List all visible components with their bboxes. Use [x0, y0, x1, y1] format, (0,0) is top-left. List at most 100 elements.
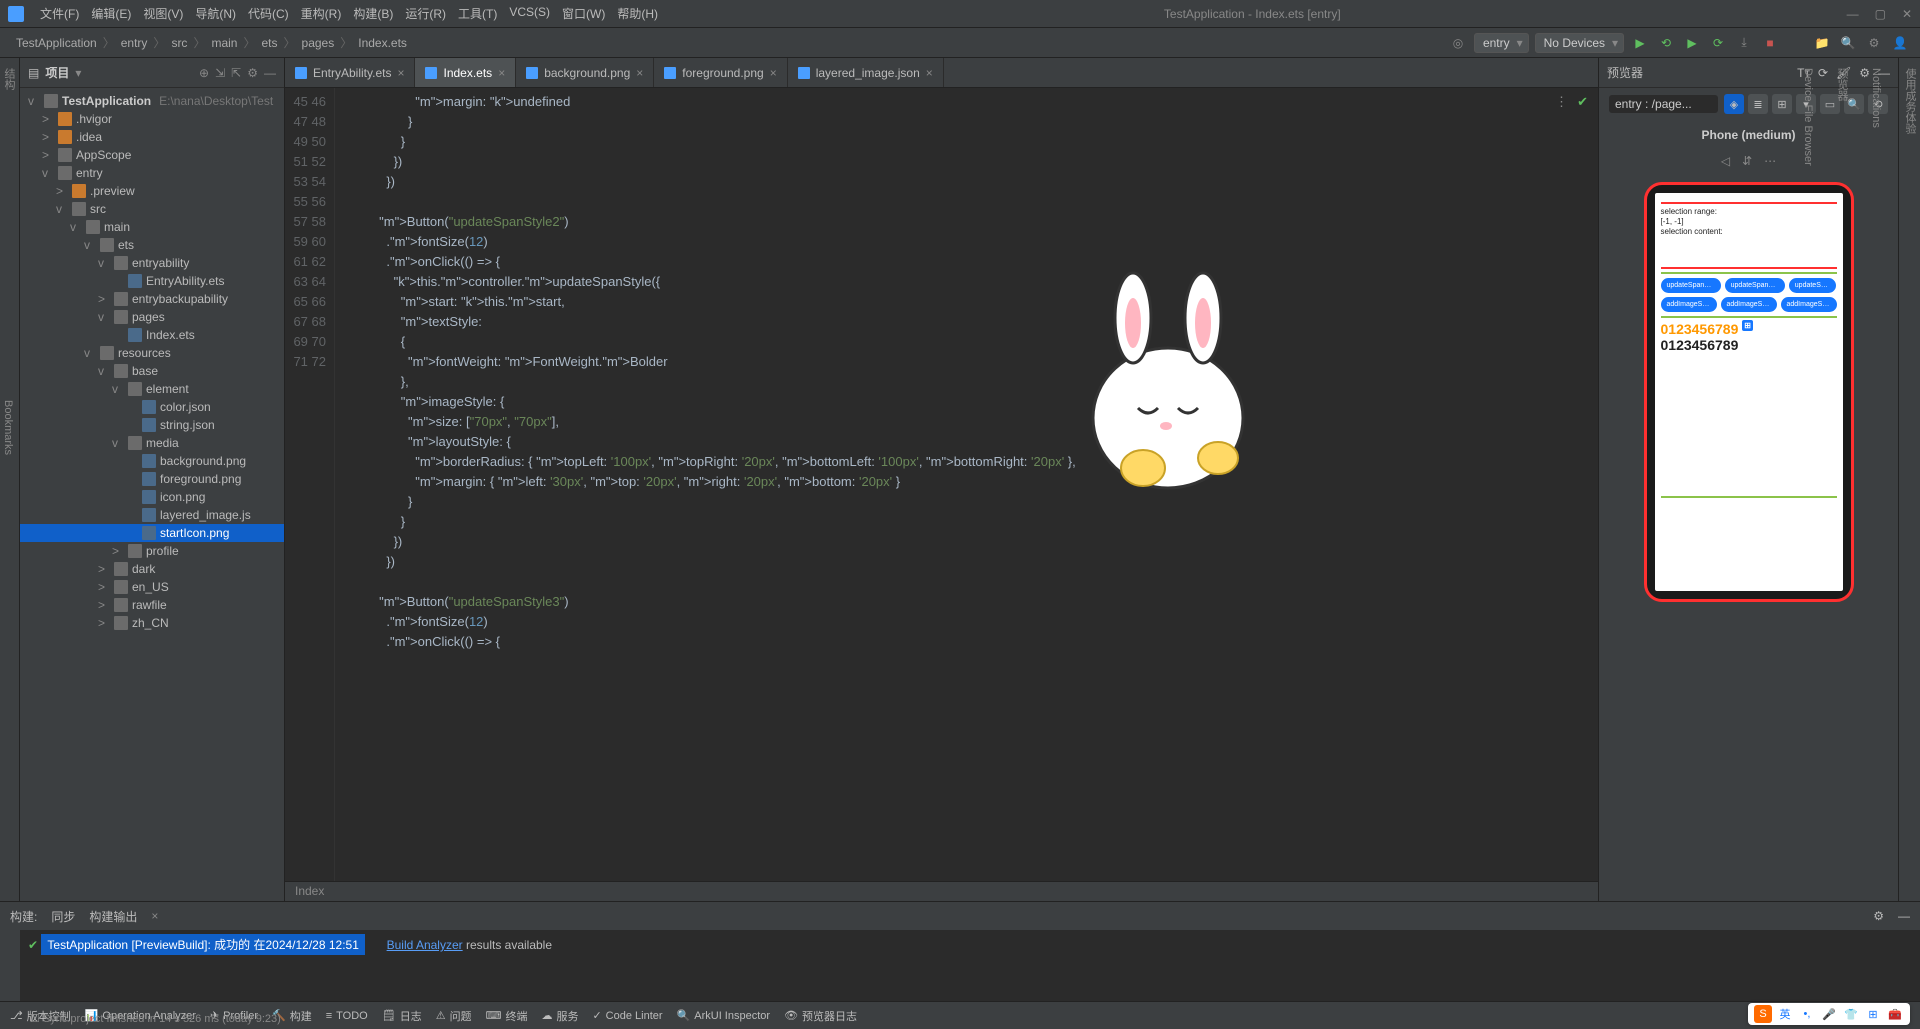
inspect-icon[interactable]: ◈ [1724, 94, 1744, 114]
tree-item[interactable]: >zh_CN [20, 614, 284, 632]
tree-item[interactable]: >dark [20, 560, 284, 578]
gear-icon[interactable]: ⚙ [1864, 33, 1884, 53]
search-icon[interactable]: 🔍 [1838, 33, 1858, 53]
tree-item[interactable]: ventry [20, 164, 284, 182]
menu-item[interactable]: 帮助(H) [617, 5, 658, 22]
breadcrumb-item[interactable]: src [171, 36, 187, 50]
status-item[interactable]: ≡TODO [326, 1008, 368, 1024]
editor-tab[interactable]: Index.ets× [415, 58, 516, 87]
ime-skin-icon[interactable]: 👕 [1842, 1005, 1860, 1023]
breadcrumb-item[interactable]: main [211, 36, 237, 50]
output-tab[interactable]: 构建输出 [89, 908, 137, 925]
right-strip-item[interactable]: Notifications [1870, 68, 1882, 891]
tree-item[interactable]: color.json [20, 398, 284, 416]
tree-item[interactable]: vpages [20, 308, 284, 326]
ime-toolbar[interactable]: S 英 •, 🎤 👕 ⊞ 🧰 [1748, 1003, 1910, 1025]
breadcrumb-item[interactable]: TestApplication [16, 36, 97, 50]
tree-item[interactable]: vsrc [20, 200, 284, 218]
sync-tab[interactable]: 同步 [51, 908, 75, 925]
status-item[interactable]: 👁预览器日志 [784, 1008, 857, 1024]
status-item[interactable]: 🔍ArkUI Inspector [677, 1008, 771, 1024]
menu-item[interactable]: 视图(V) [143, 5, 183, 22]
editor-breadcrumb[interactable]: Index [285, 881, 1598, 901]
ime-mic-icon[interactable]: 🎤 [1820, 1005, 1838, 1023]
build-tab[interactable]: 构建: [10, 908, 37, 925]
tree-item[interactable]: >rawfile [20, 596, 284, 614]
tree-item[interactable]: Index.ets [20, 326, 284, 344]
preview-button[interactable]: addImageSpan2 [1721, 297, 1777, 312]
tree-root[interactable]: vTestApplicationE:\nana\Desktop\Test [20, 92, 284, 110]
gear-icon[interactable]: ⚙ [1873, 909, 1884, 923]
tree-item[interactable]: background.png [20, 452, 284, 470]
phone-screen[interactable]: selection range: [-1, -1] selection cont… [1655, 193, 1843, 591]
editor-tab[interactable]: foreground.png× [654, 58, 787, 87]
tree-item[interactable]: vresources [20, 344, 284, 362]
tree-item[interactable]: vets [20, 236, 284, 254]
bookmarks-strip[interactable]: Bookmarks [2, 400, 14, 455]
status-item[interactable]: 🗒日志 [382, 1008, 422, 1024]
breadcrumb-item[interactable]: Index.ets [358, 36, 407, 50]
menu-item[interactable]: VCS(S) [509, 5, 550, 22]
tree-item[interactable]: foreground.png [20, 470, 284, 488]
ime-grid-icon[interactable]: ⊞ [1864, 1005, 1882, 1023]
back-icon[interactable]: ◁ [1721, 154, 1730, 168]
settings-icon[interactable]: ⚙ [247, 66, 258, 80]
tree-item[interactable]: velement [20, 380, 284, 398]
ime-punct-icon[interactable]: •, [1798, 1005, 1816, 1023]
menu-item[interactable]: 重构(R) [301, 5, 342, 22]
status-item[interactable]: ⚠问题 [436, 1008, 472, 1024]
menu-item[interactable]: 导航(N) [195, 5, 236, 22]
tree-item[interactable]: startIcon.png [20, 524, 284, 542]
tree-item[interactable]: >AppScope [20, 146, 284, 164]
menu-item[interactable]: 窗口(W) [562, 5, 605, 22]
status-item[interactable]: ⌨终端 [486, 1008, 528, 1024]
status-item[interactable]: ☁服务 [541, 1008, 578, 1024]
menu-item[interactable]: 文件(F) [40, 5, 79, 22]
more-icon[interactable]: ⋮ [1555, 94, 1568, 110]
menu-item[interactable]: 构建(B) [353, 5, 393, 22]
close-icon[interactable]: ✕ [1902, 7, 1912, 21]
ime-logo-icon[interactable]: S [1754, 1005, 1772, 1023]
rotate-device-icon[interactable]: ⇵ [1742, 154, 1752, 168]
code-content[interactable]: "m">margin: "k">undefined } } }) }) "m">… [335, 88, 1598, 881]
ime-tool-icon[interactable]: 🧰 [1886, 1005, 1904, 1023]
menu-item[interactable]: 运行(R) [405, 5, 446, 22]
code-editor[interactable]: 45 46 47 48 49 50 51 52 53 54 55 56 57 5… [285, 88, 1598, 881]
run-config-select[interactable]: entry [1474, 33, 1529, 53]
hide-icon[interactable]: — [264, 66, 276, 80]
breadcrumb-item[interactable]: pages [302, 36, 335, 50]
minimize-icon[interactable]: — [1898, 909, 1910, 923]
preview-button[interactable]: updateSpanStyle2 [1725, 278, 1785, 293]
collapse-icon[interactable]: ⇱ [231, 66, 241, 80]
attach-icon[interactable]: ⤓ [1734, 33, 1754, 53]
right-tool-strip[interactable]: 使用成务体验Notifications预览器Device File Browse… [1898, 58, 1920, 901]
tree-item[interactable]: >.idea [20, 128, 284, 146]
right-strip-item[interactable]: 使用成务体验 [1902, 68, 1918, 891]
menu-item[interactable]: 代码(C) [248, 5, 289, 22]
expand-icon[interactable]: ⇲ [215, 66, 225, 80]
folder-icon[interactable]: 📁 [1812, 33, 1832, 53]
tree-item[interactable]: >profile [20, 542, 284, 560]
layers-icon[interactable]: ≣ [1748, 94, 1768, 114]
device-select[interactable]: No Devices [1535, 33, 1624, 53]
breadcrumb-item[interactable]: ets [261, 36, 277, 50]
tree-item[interactable]: >en_US [20, 578, 284, 596]
editor-tab[interactable]: layered_image.json× [788, 58, 944, 87]
tree-item[interactable]: EntryAbility.ets [20, 272, 284, 290]
editor-tab[interactable]: EntryAbility.ets× [285, 58, 415, 87]
more-dots-icon[interactable]: ⋯ [1764, 154, 1776, 168]
tree-item[interactable]: icon.png [20, 488, 284, 506]
coverage-icon[interactable]: ▶ [1682, 33, 1702, 53]
build-status-line[interactable]: TestApplication [PreviewBuild]: 成功的 在202… [41, 934, 365, 955]
menu-item[interactable]: 工具(T) [458, 5, 497, 22]
menu-item[interactable]: 编辑(E) [91, 5, 131, 22]
debug-icon[interactable]: ⟲ [1656, 33, 1676, 53]
gear-icon[interactable]: ⚙ [1859, 66, 1870, 80]
preview-button[interactable]: addImageSpan1 [1661, 297, 1717, 312]
project-tree[interactable]: vTestApplicationE:\nana\Desktop\Test>.hv… [20, 88, 284, 901]
tree-item[interactable]: >entrybackupability [20, 290, 284, 308]
breadcrumb-item[interactable]: entry [121, 36, 148, 50]
user-icon[interactable]: 👤 [1890, 33, 1910, 53]
tree-item[interactable]: vbase [20, 362, 284, 380]
refresh-icon[interactable]: ⟳ [1818, 66, 1828, 80]
